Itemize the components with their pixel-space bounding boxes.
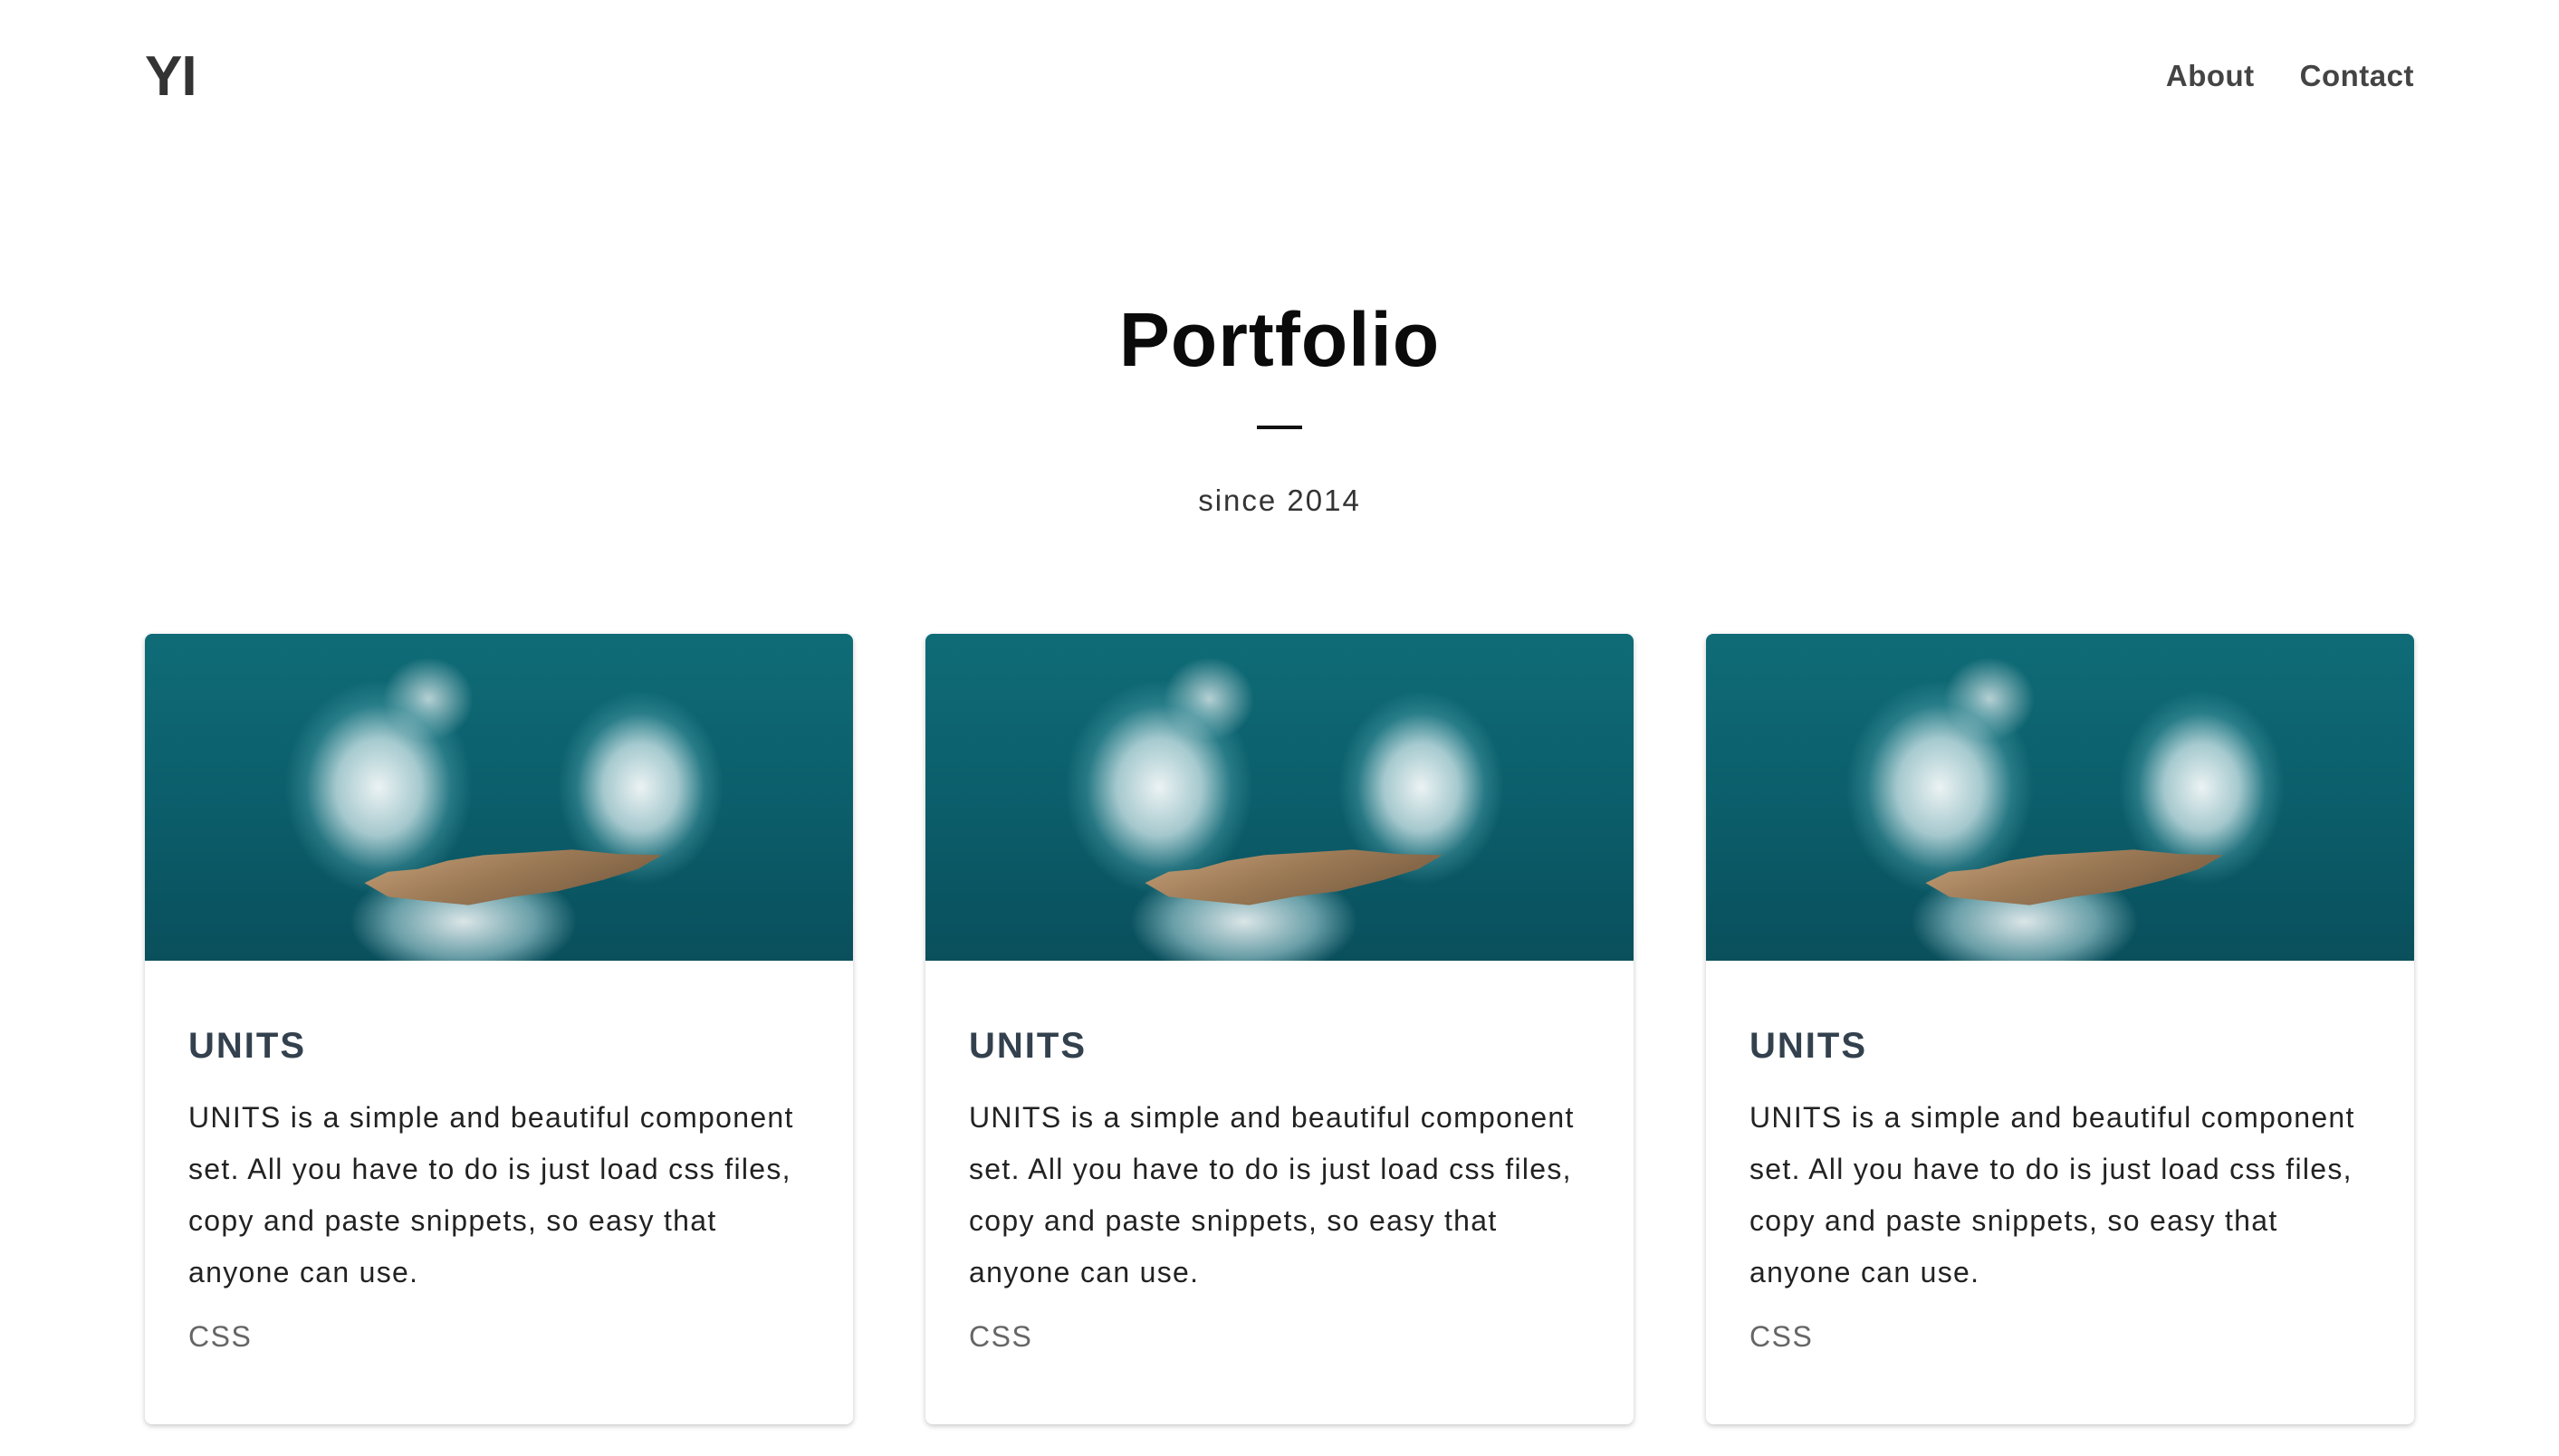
hero-section: Portfolio since 2014 [0, 290, 2559, 518]
card-tag: CSS [969, 1320, 1033, 1353]
card-image-rock [1145, 849, 1442, 905]
card-image-rock [364, 849, 662, 905]
card-title: UNITS [1749, 1026, 1867, 1066]
card-body: UNITS UNITS is a simple and beautiful co… [145, 961, 853, 1354]
main-nav: About Contact [2166, 59, 2414, 93]
site-header: YI About Contact [145, 40, 2414, 112]
card-image-rock [1925, 849, 2223, 905]
page-subtitle: since 2014 [1198, 484, 1361, 517]
card-image [925, 634, 1634, 961]
portfolio-card[interactable]: UNITS UNITS is a simple and beautiful co… [145, 634, 853, 1424]
card-image [145, 634, 853, 961]
page-title: Portfolio [1118, 297, 1441, 382]
card-description: UNITS is a simple and beautiful componen… [188, 1101, 794, 1288]
card-tag: CSS [1749, 1320, 1814, 1353]
card-tag: CSS [188, 1320, 253, 1353]
card-description: UNITS is a simple and beautiful componen… [969, 1101, 1575, 1288]
portfolio-cards: UNITS UNITS is a simple and beautiful co… [145, 634, 2414, 1424]
nav-link-about[interactable]: About [2166, 59, 2255, 93]
card-description: UNITS is a simple and beautiful componen… [1749, 1101, 2355, 1288]
portfolio-card[interactable]: UNITS UNITS is a simple and beautiful co… [925, 634, 1634, 1424]
card-image [1706, 634, 2414, 961]
title-divider [1257, 426, 1302, 429]
card-body: UNITS UNITS is a simple and beautiful co… [1706, 961, 2414, 1354]
portfolio-card[interactable]: UNITS UNITS is a simple and beautiful co… [1706, 634, 2414, 1424]
site-logo[interactable]: YI [145, 44, 197, 109]
card-body: UNITS UNITS is a simple and beautiful co… [925, 961, 1634, 1354]
nav-link-contact[interactable]: Contact [2300, 59, 2414, 93]
card-title: UNITS [188, 1026, 306, 1066]
card-title: UNITS [969, 1026, 1087, 1066]
